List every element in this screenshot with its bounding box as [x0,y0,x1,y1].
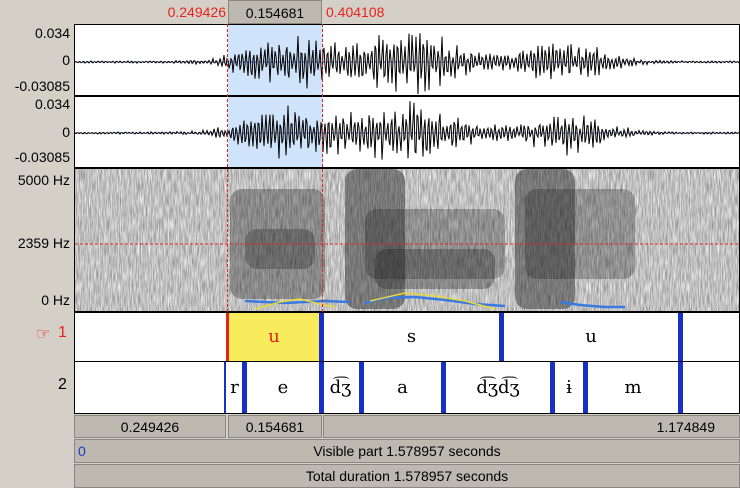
visible-start-label: 0 [78,443,86,459]
tier2-label[interactable]: m [588,377,678,398]
tier2-label[interactable]: r [227,377,242,398]
tier1-boundary[interactable] [678,313,683,361]
tier2-number[interactable]: 2 [58,376,67,394]
tier2-boundary[interactable] [678,362,683,413]
selection-start-time: 0.249426 [167,4,226,20]
waveform-channel-1[interactable] [74,24,740,96]
waveform-1-trace [75,33,739,95]
spectrogram-image [75,169,739,311]
wave1-max-label: 0.034 [34,25,70,41]
wave2-max-label: 0.034 [34,96,70,112]
time-segment-right[interactable]: 1.174849 [323,415,740,438]
tier2-label[interactable]: d͡ʒ [322,377,359,398]
time-segment-selection[interactable]: 0.154681 [228,415,322,438]
visible-part-bar[interactable]: 0 Visible part 1.578957 seconds [74,439,740,463]
tier-2[interactable]: r e d͡ʒ a d͡ʒd͡ʒ ɨ m [74,362,740,414]
tier2-label[interactable]: e [247,377,319,398]
wave2-zero-label: 0 [62,124,70,140]
tier1-label[interactable]: s [324,326,499,347]
time-segment-left[interactable]: 0.249426 [74,415,226,438]
selection-end-time: 0.404108 [326,4,385,20]
tier2-label[interactable]: a [364,377,441,398]
tier2-boundary[interactable] [224,362,226,413]
tier2-label[interactable]: d͡ʒd͡ʒ [446,377,550,398]
tier1-label[interactable]: u [504,326,678,347]
tier2-label[interactable]: ɨ [555,377,583,398]
spectrogram-bottom-label: 0 Hz [41,292,70,308]
waveform-2-trace [75,101,739,160]
selection-duration[interactable]: 0.154681 [228,0,322,24]
spectrogram[interactable] [74,168,740,312]
tier1-number[interactable]: 1 [58,324,67,342]
waveform-channel-2[interactable] [74,96,740,168]
selection-end-cursor [322,24,323,312]
wave2-min-label: -0.03085 [14,149,70,165]
visible-part-label: Visible part 1.578957 seconds [313,443,501,459]
spectrogram-top-label: 5000 Hz [17,172,70,188]
wave1-zero-label: 0 [62,52,70,68]
selection-start-cursor [227,24,228,312]
total-duration-bar[interactable]: Total duration 1.578957 seconds [74,464,740,488]
tier-pointer-icon: ☞ [36,326,51,343]
tier1-label[interactable]: u [228,326,320,347]
wave1-min-label: -0.03085 [14,78,70,94]
tier-1[interactable]: u s u [74,312,740,362]
spectrogram-cursor-label: 2359 Hz [17,235,70,251]
